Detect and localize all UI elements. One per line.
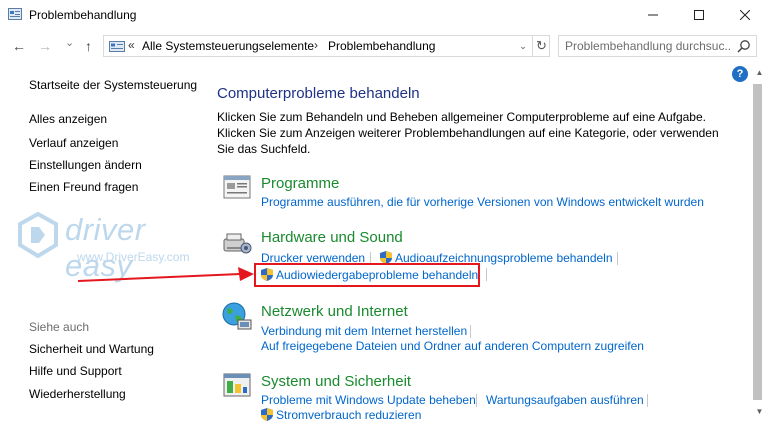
page-title: Computerprobleme behandeln xyxy=(217,85,420,102)
forward-button[interactable]: → xyxy=(38,38,52,54)
maximize-icon xyxy=(694,10,704,20)
breadcrumb-root[interactable]: Alle Systemsteuerungselemente xyxy=(142,39,314,53)
hardware-sound-icon[interactable] xyxy=(221,226,253,258)
close-button[interactable] xyxy=(722,0,768,30)
link-separator xyxy=(470,325,471,338)
control-panel-icon xyxy=(109,41,125,52)
maximize-button[interactable] xyxy=(676,0,722,30)
sidebar-item-einstellungen-aendern[interactable]: Einstellungen ändern xyxy=(29,158,142,172)
recent-locations-button[interactable]: ⌄ xyxy=(65,36,74,49)
minimize-icon xyxy=(648,14,658,16)
scroll-up-button[interactable]: ▲ xyxy=(751,65,768,79)
link-shared-files[interactable]: Auf freigegebene Dateien und Ordner auf … xyxy=(261,339,644,353)
close-icon xyxy=(740,10,750,20)
control-panel-icon xyxy=(8,8,22,20)
link-reduce-power[interactable]: Stromverbrauch reduzieren xyxy=(276,408,421,422)
category-hardware-sound[interactable]: Hardware und Sound xyxy=(261,229,403,246)
help-button[interactable]: ? xyxy=(732,66,748,82)
sidebar-item-freund-fragen[interactable]: Einen Freund fragen xyxy=(29,180,138,194)
link-maintenance-tasks[interactable]: Wartungsaufgaben ausführen xyxy=(486,393,644,407)
see-also-recovery[interactable]: Wiederherstellung xyxy=(29,387,126,401)
system-security-icon[interactable] xyxy=(221,370,253,402)
link-separator xyxy=(647,394,648,407)
window-title: Problembehandlung xyxy=(29,8,137,22)
category-programme[interactable]: Programme xyxy=(261,175,339,192)
programs-icon[interactable] xyxy=(221,172,253,204)
link-separator xyxy=(617,252,618,265)
sidebar-item-verlauf-anzeigen[interactable]: Verlauf anzeigen xyxy=(29,136,118,150)
link-run-old-programs[interactable]: Programme ausführen, die für vorherige V… xyxy=(261,195,704,209)
admin-shield-icon xyxy=(261,408,273,421)
breadcrumb-current[interactable]: Problembehandlung xyxy=(328,39,435,53)
back-button[interactable]: ← xyxy=(12,38,26,54)
breadcrumb-overflow[interactable]: « xyxy=(128,38,135,52)
watermark: driver easy www.DriverEasy.com xyxy=(17,212,217,283)
red-arrow-annotation xyxy=(78,267,254,282)
see-also-heading: Siehe auch xyxy=(29,320,90,334)
intro-text: Klicken Sie zum Behandeln und Beheben al… xyxy=(217,110,719,156)
admin-shield-icon xyxy=(261,268,273,281)
title-bar: Problembehandlung xyxy=(0,0,768,30)
search-input[interactable] xyxy=(565,38,730,54)
sidebar-item-alles-anzeigen[interactable]: Alles anzeigen xyxy=(29,112,107,126)
category-network-internet[interactable]: Netzwerk und Internet xyxy=(261,303,408,320)
search-box[interactable] xyxy=(558,35,757,57)
link-separator xyxy=(476,394,477,407)
driver-easy-logo-icon xyxy=(18,212,58,258)
search-icon[interactable] xyxy=(737,39,751,53)
link-separator xyxy=(486,268,487,281)
sidebar-home-link[interactable]: Startseite der Systemsteuerung xyxy=(29,78,197,92)
breadcrumb-separator[interactable]: › xyxy=(314,38,318,52)
see-also-security-maintenance[interactable]: Sicherheit und Wartung xyxy=(29,342,154,356)
address-dropdown-button[interactable]: ⌄ xyxy=(515,36,531,56)
link-windows-update[interactable]: Probleme mit Windows Update beheben xyxy=(261,393,476,407)
network-globe-icon[interactable] xyxy=(221,300,253,332)
see-also-help-support[interactable]: Hilfe und Support xyxy=(29,364,122,378)
minimize-button[interactable] xyxy=(630,0,676,30)
scroll-down-button[interactable]: ▼ xyxy=(751,404,768,418)
scrollbar-thumb[interactable] xyxy=(753,84,762,400)
link-audio-playback-troubleshoot[interactable]: Audiowiedergabeprobleme behandeln xyxy=(276,268,478,282)
category-system-security[interactable]: System und Sicherheit xyxy=(261,373,411,390)
refresh-button[interactable]: ↻ xyxy=(532,36,550,56)
link-connect-internet[interactable]: Verbindung mit dem Internet herstellen xyxy=(261,324,467,338)
address-bar[interactable]: « Alle Systemsteuerungselemente › Proble… xyxy=(103,35,550,57)
watermark-url: www.DriverEasy.com xyxy=(77,250,190,264)
up-button[interactable]: ↑ xyxy=(85,38,92,54)
